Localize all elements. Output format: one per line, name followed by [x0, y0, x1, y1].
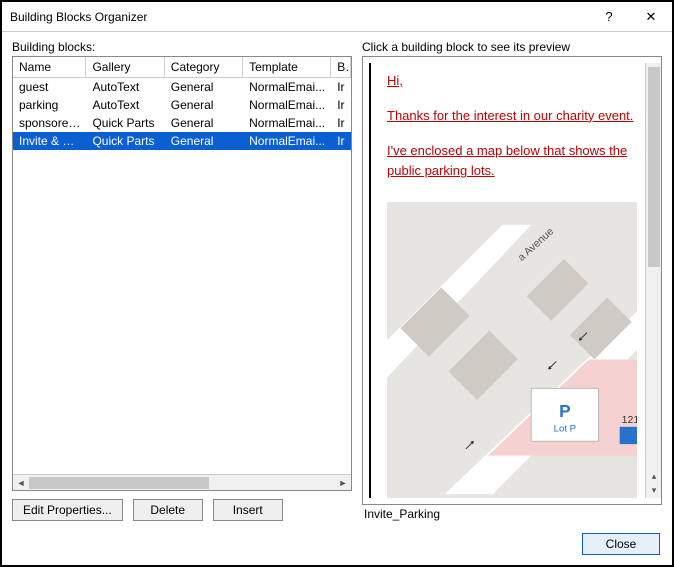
vertical-scrollbar[interactable]: ▴ ▾: [645, 63, 661, 498]
scroll-down-icon[interactable]: ▾: [646, 485, 662, 496]
parking-p-icon: P: [559, 401, 571, 421]
cell-category: General: [165, 97, 243, 113]
edit-properties-button[interactable]: Edit Properties...: [12, 499, 123, 521]
scroll-up-icon[interactable]: ▴: [646, 471, 662, 482]
cell-category: General: [165, 79, 243, 95]
parking-lot-label: Lot P: [554, 424, 576, 435]
close-window-button[interactable]: ✕: [630, 2, 672, 32]
column-header-template[interactable]: Template: [243, 57, 331, 77]
column-header-gallery[interactable]: Gallery: [86, 57, 164, 77]
cell-template: NormalEmai...: [243, 79, 331, 95]
scroll-left-icon[interactable]: ◄: [13, 478, 29, 488]
column-header-name[interactable]: Name: [13, 57, 86, 77]
preview-text: Hi, Thanks for the interest in our chari…: [387, 71, 637, 196]
cell-b: Ir: [331, 79, 351, 95]
cell-template: NormalEmai...: [243, 133, 331, 149]
cell-name: sponsored ...: [13, 115, 86, 131]
building-blocks-table[interactable]: Name Gallery Category Template B guestAu…: [12, 56, 352, 491]
table-row[interactable]: parkingAutoTextGeneralNormalEmai...Ir: [13, 96, 351, 114]
cell-name: parking: [13, 97, 86, 113]
close-button[interactable]: Close: [582, 533, 660, 555]
vscroll-thumb[interactable]: [648, 67, 660, 267]
cell-gallery: Quick Parts: [86, 115, 164, 131]
cell-category: General: [165, 133, 243, 149]
insert-button[interactable]: Insert: [213, 499, 283, 521]
cell-name: Invite & Par...: [13, 133, 86, 149]
cell-b: Ir: [331, 133, 351, 149]
cell-gallery: AutoText: [86, 97, 164, 113]
window-title: Building Blocks Organizer: [10, 10, 588, 24]
table-row[interactable]: sponsored ...Quick PartsGeneralNormalEma…: [13, 114, 351, 132]
preview-map-image: P Lot P a Avenue 121: [387, 202, 637, 498]
horizontal-scrollbar[interactable]: ◄ ►: [13, 474, 351, 490]
scroll-thumb[interactable]: [29, 477, 209, 489]
help-button[interactable]: ?: [588, 2, 630, 32]
preview-block-name: Invite_Parking: [362, 505, 662, 521]
cell-gallery: AutoText: [86, 79, 164, 95]
cell-b: Ir: [331, 97, 351, 113]
map-number: 121: [622, 414, 637, 426]
column-header-b[interactable]: B: [331, 57, 351, 77]
table-row[interactable]: guestAutoTextGeneralNormalEmai...Ir: [13, 78, 351, 96]
cell-gallery: Quick Parts: [86, 133, 164, 149]
table-row[interactable]: Invite & Par...Quick PartsGeneralNormalE…: [13, 132, 351, 150]
preview-box: Hi, Thanks for the interest in our chari…: [362, 56, 662, 505]
building-blocks-label: Building blocks:: [12, 40, 352, 54]
cell-template: NormalEmai...: [243, 115, 331, 131]
delete-button[interactable]: Delete: [133, 499, 203, 521]
preview-label: Click a building block to see its previe…: [362, 40, 662, 54]
column-header-category[interactable]: Category: [165, 57, 243, 77]
cell-category: General: [165, 115, 243, 131]
cell-name: guest: [13, 79, 86, 95]
cell-template: NormalEmai...: [243, 97, 331, 113]
scroll-right-icon[interactable]: ►: [335, 478, 351, 488]
cell-b: Ir: [331, 115, 351, 131]
